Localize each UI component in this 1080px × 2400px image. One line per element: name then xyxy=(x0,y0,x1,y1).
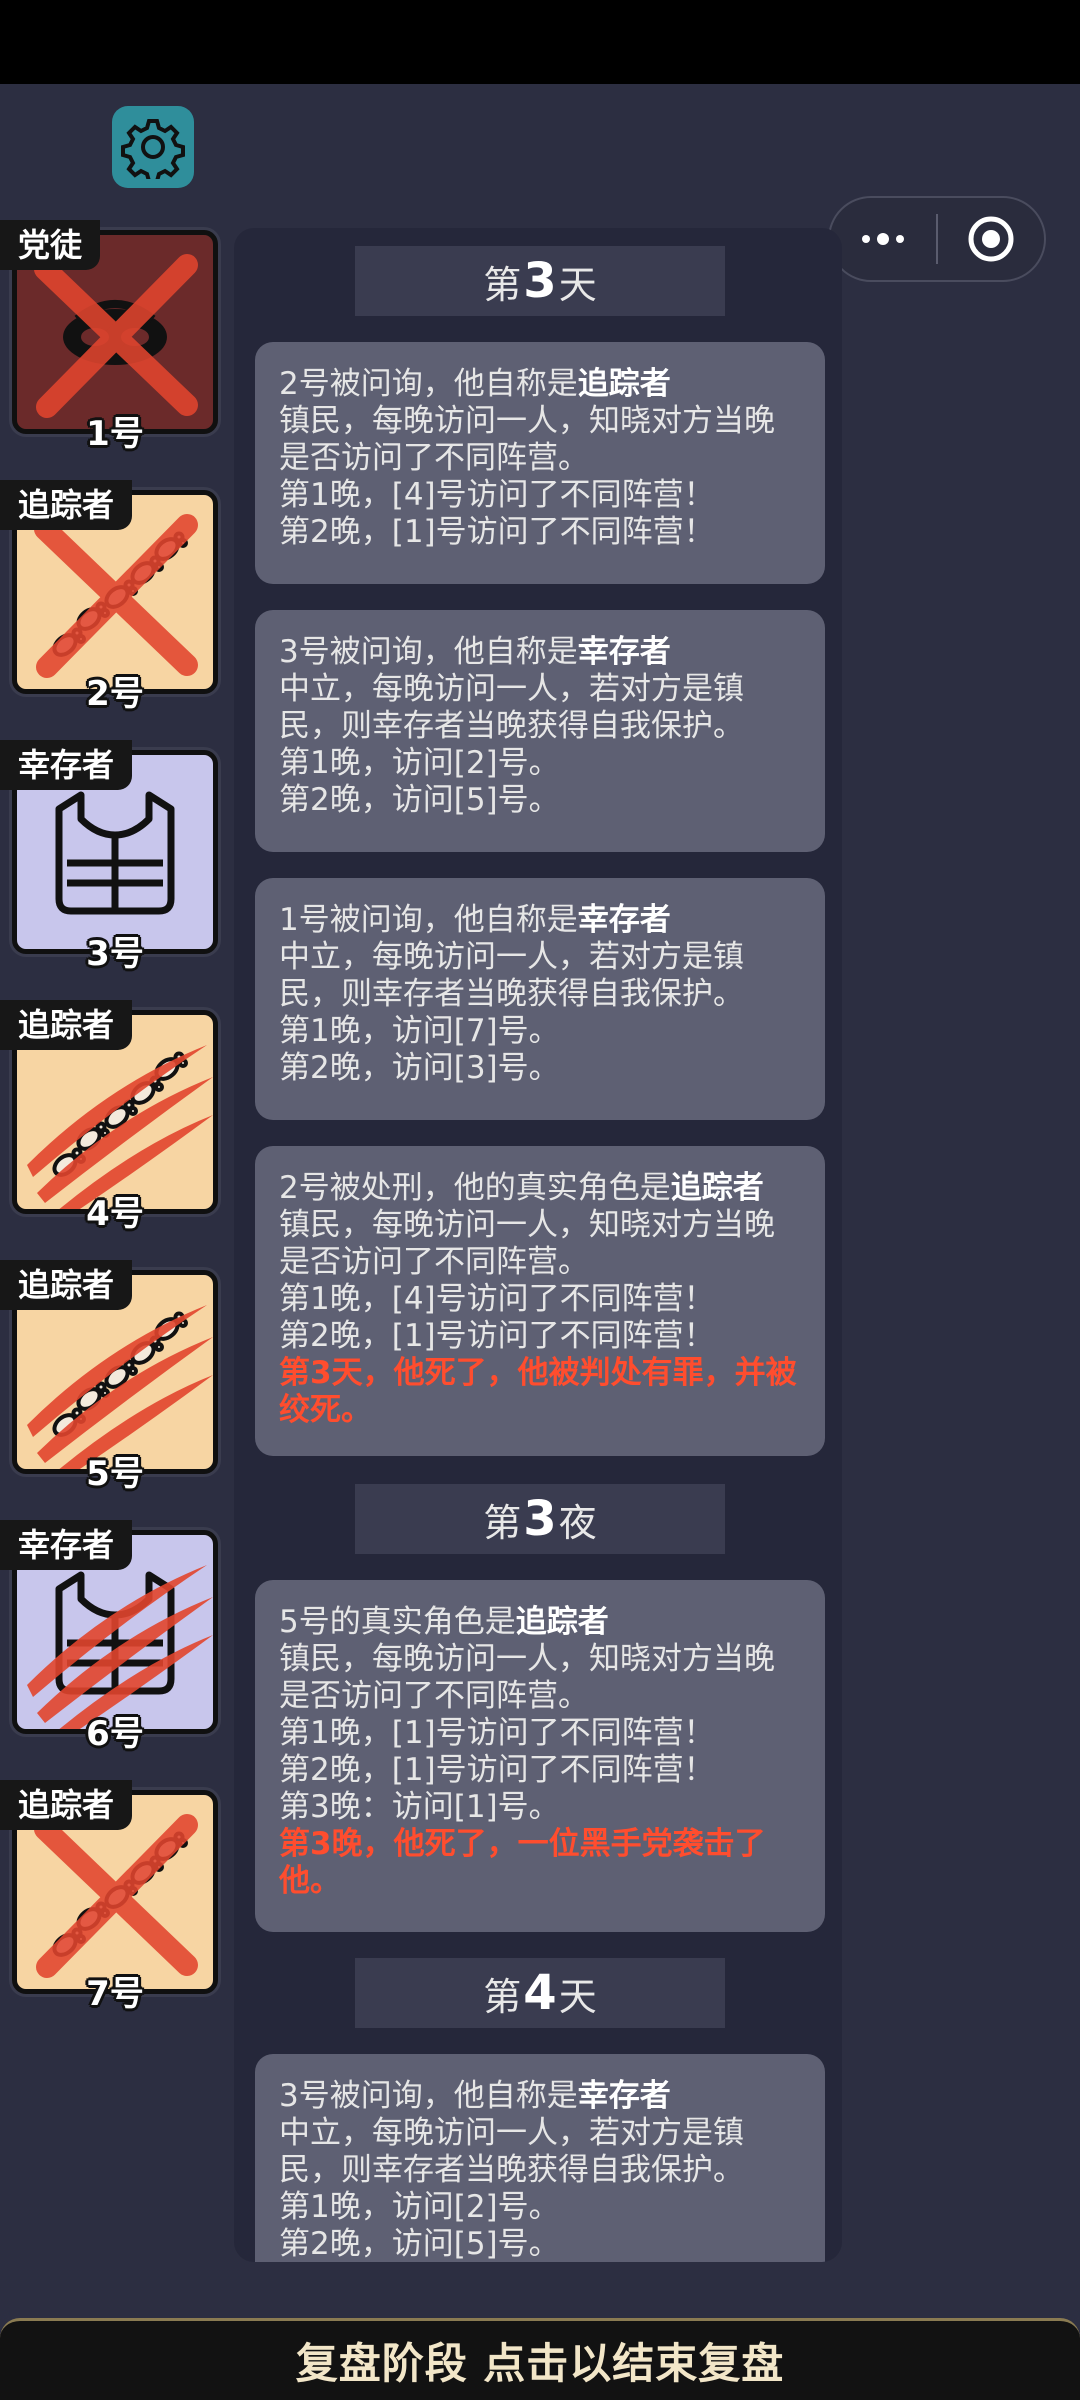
entry-line: 第2晚，访问[5]号。 xyxy=(279,782,560,818)
log-heading: 第3夜 xyxy=(355,1484,725,1554)
log-entry: 3号被问询，他自称是幸存者 中立，每晚访问一人，若对方是镇 民，则幸存者当晚获得自我… xyxy=(255,2054,825,2262)
log-entry: 1号被问询，他自称是幸存者 中立，每晚访问一人，若对方是镇 民，则幸存者当晚获得自我… xyxy=(255,878,825,1120)
log-entry: 2号被处刑，他的真实角色是追踪者 镇民，每晚访问一人，知晓对方当晚 是否访问了不同阵… xyxy=(255,1146,825,1456)
entry-line: 第2晚，访问[3]号。 xyxy=(279,1050,560,1086)
player-card[interactable]: 追踪者 5号 xyxy=(0,1260,230,1500)
player-number: 3号 xyxy=(86,934,144,974)
end-review-button[interactable]: 复盘阶段 点击以结束复盘 xyxy=(0,2318,1080,2400)
entry-line: 第1晚，访问[7]号。 xyxy=(279,1013,560,1049)
entry-summary: 2号被处刑，他的真实角色是 xyxy=(279,1170,671,1206)
player-role-tag: 追踪者 xyxy=(0,1780,133,1830)
player-number: 1号 xyxy=(86,414,144,454)
entry-line: 中立，每晚访问一人，若对方是镇 xyxy=(279,2115,744,2151)
dead-cross-mark xyxy=(34,514,198,678)
entry-line: 民，则幸存者当晚获得自我保护。 xyxy=(279,2152,744,2188)
entry-line: 是否访问了不同阵营。 xyxy=(279,1244,589,1280)
player-number: 2号 xyxy=(86,674,144,714)
entry-summary: 3号被问询，他自称是 xyxy=(279,2078,578,2114)
player-number: 6号 xyxy=(86,1714,144,1754)
player-number: 4号 xyxy=(86,1194,144,1234)
entry-line: 第1晚，[1]号访问了不同阵营！ xyxy=(279,1715,715,1751)
entry-line: 第3晚：访问[1]号。 xyxy=(279,1789,560,1825)
entry-role-name: 幸存者 xyxy=(577,2078,671,2114)
player-role-tag: 追踪者 xyxy=(0,1000,133,1050)
entry-line: 第1晚，访问[2]号。 xyxy=(279,2189,560,2225)
entry-role-name: 追踪者 xyxy=(577,366,671,402)
entry-line: 中立，每晚访问一人，若对方是镇 xyxy=(279,939,744,975)
entry-role-name: 追踪者 xyxy=(670,1170,764,1206)
entry-line: 是否访问了不同阵营。 xyxy=(279,1678,589,1714)
player-card[interactable]: 幸存者 6号 xyxy=(0,1520,230,1760)
entry-line: 第2晚，访问[5]号。 xyxy=(279,2226,560,2262)
vest-art xyxy=(55,791,175,915)
player-role-tag: 党徒 xyxy=(0,220,101,270)
entry-role-name: 幸存者 xyxy=(577,634,671,670)
dead-cross-mark xyxy=(34,1814,198,1978)
claw-mark xyxy=(27,1305,213,1469)
entry-role-name: 幸存者 xyxy=(577,902,671,938)
entry-death-note: 第3晚，他死了，一位黑手党袭击了他。 xyxy=(279,1826,766,1899)
more-button[interactable] xyxy=(830,198,936,280)
claw-mark xyxy=(27,1045,213,1209)
entry-line: 第1晚，[4]号访问了不同阵营！ xyxy=(279,477,715,513)
entry-role-name: 追踪者 xyxy=(515,1604,609,1640)
player-role-tag: 幸存者 xyxy=(0,1520,133,1570)
entry-line: 镇民，每晚访问一人，知晓对方当晚 xyxy=(279,1207,775,1243)
log-entry: 3号被问询，他自称是幸存者 中立，每晚访问一人，若对方是镇 民，则幸存者当晚获得自我… xyxy=(255,610,825,852)
gear-icon xyxy=(121,119,185,179)
player-card[interactable]: 幸存者 3号 xyxy=(0,740,230,980)
status-bar xyxy=(0,0,1080,84)
target-icon xyxy=(968,216,1014,262)
entry-summary: 5号的真实角色是 xyxy=(279,1604,516,1640)
log-entry: 5号的真实角色是追踪者 镇民，每晚访问一人，知晓对方当晚 是否访问了不同阵营。 第1晚… xyxy=(255,1580,825,1932)
player-card[interactable]: 追踪者 7号 xyxy=(0,1780,230,2020)
player-role-tag: 追踪者 xyxy=(0,1260,133,1310)
log-heading: 第3天 xyxy=(355,246,725,316)
player-role-tag: 幸存者 xyxy=(0,740,133,790)
player-card[interactable]: 追踪者 4号 xyxy=(0,1000,230,1240)
settings-button[interactable] xyxy=(112,106,194,188)
player-number: 7号 xyxy=(86,1974,144,2014)
more-icon xyxy=(862,235,870,243)
entry-line: 镇民，每晚访问一人，知晓对方当晚 xyxy=(279,1641,775,1677)
log-entry: 2号被问询，他自称是追踪者 镇民，每晚访问一人，知晓对方当晚 是否访问了不同阵营。第… xyxy=(255,342,825,584)
entry-death-note: 第3天，他死了，他被判处有罪，并被绞死。 xyxy=(279,1355,797,1428)
entry-line: 第1晚，访问[2]号。 xyxy=(279,745,560,781)
player-card[interactable]: 党徒 1号 xyxy=(0,220,230,460)
entry-line: 是否访问了不同阵营。 xyxy=(279,440,589,476)
entry-summary: 1号被问询，他自称是 xyxy=(279,902,578,938)
player-number: 5号 xyxy=(86,1454,144,1494)
entry-line: 民，则幸存者当晚获得自我保护。 xyxy=(279,976,744,1012)
player-card[interactable]: 追踪者 2号 xyxy=(0,480,230,720)
entry-summary: 2号被问询，他自称是 xyxy=(279,366,578,402)
mini-program-capsule xyxy=(828,196,1046,282)
entry-summary: 3号被问询，他自称是 xyxy=(279,634,578,670)
game-log-panel[interactable]: 第 3 天 2号被问询，他自称是追踪者 镇民，每晚访问一人，知晓对方当晚 是否访问了不同阵… xyxy=(234,228,842,2262)
entry-line: 民，则幸存者当晚获得自我保护。 xyxy=(279,708,744,744)
entry-line: 第1晚，[4]号访问了不同阵营！ xyxy=(279,1281,715,1317)
claw-mark xyxy=(27,1565,213,1729)
log-heading: 第4天 xyxy=(355,1958,725,2028)
entry-line: 第2晚，[1]号访问了不同阵营！ xyxy=(279,1318,715,1354)
player-role-tag: 追踪者 xyxy=(0,480,133,530)
entry-line: 中立，每晚访问一人，若对方是镇 xyxy=(279,671,744,707)
end-review-label: 复盘阶段 点击以结束复盘 xyxy=(295,2339,785,2388)
entry-line: 镇民，每晚访问一人，知晓对方当晚 xyxy=(279,403,775,439)
entry-line: 第2晚，[1]号访问了不同阵营！ xyxy=(279,1752,715,1788)
close-button[interactable] xyxy=(938,198,1044,280)
entry-line: 第2晚，[1]号访问了不同阵营！ xyxy=(279,514,715,550)
